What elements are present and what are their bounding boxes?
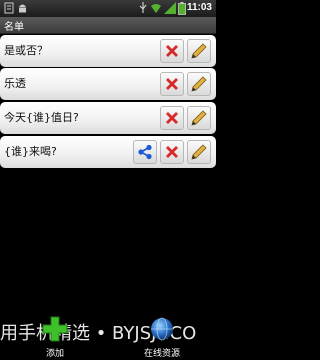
list-item-label: 是或否？ bbox=[4, 44, 48, 57]
pencil-icon bbox=[191, 43, 207, 59]
delete-x-icon bbox=[166, 78, 178, 90]
signal-icon bbox=[164, 2, 176, 14]
delete-button[interactable] bbox=[160, 72, 184, 96]
android-icon bbox=[19, 4, 26, 13]
share-button[interactable] bbox=[133, 140, 157, 164]
list-item[interactable]: {谁}来喝? bbox=[0, 136, 216, 168]
delete-x-icon bbox=[166, 45, 178, 57]
edit-button[interactable] bbox=[187, 72, 211, 96]
list-item[interactable]: 乐透 bbox=[0, 68, 216, 100]
list-item-label: {谁}来喝? bbox=[4, 145, 57, 158]
add-tab-label: 添加 bbox=[45, 349, 64, 359]
notification-icon bbox=[4, 2, 14, 14]
edit-button[interactable] bbox=[187, 39, 211, 63]
edit-button[interactable] bbox=[187, 106, 211, 130]
delete-x-icon bbox=[166, 146, 178, 158]
status-time: 11:03 bbox=[186, 2, 212, 13]
delete-button[interactable] bbox=[160, 106, 184, 130]
status-bar: 11:03 bbox=[0, 0, 216, 17]
list-item[interactable]: 是或否？ bbox=[0, 35, 216, 67]
pencil-icon bbox=[191, 76, 207, 92]
pencil-icon bbox=[191, 110, 207, 126]
globe-icon bbox=[151, 317, 173, 341]
wifi-icon bbox=[151, 4, 161, 13]
usb-icon bbox=[139, 2, 147, 13]
add-tab[interactable]: 添加 bbox=[30, 316, 80, 360]
delete-x-icon bbox=[166, 112, 178, 124]
online-resources-tab[interactable]: 在线资源 bbox=[134, 316, 190, 360]
delete-button[interactable] bbox=[160, 39, 184, 63]
list-item[interactable]: 今天{谁}值日? bbox=[0, 102, 216, 134]
list-item-label: 今天{谁}值日? bbox=[4, 111, 79, 124]
battery-icon bbox=[178, 2, 186, 15]
share-icon bbox=[138, 144, 152, 160]
delete-button[interactable] bbox=[160, 140, 184, 164]
edit-button[interactable] bbox=[187, 140, 211, 164]
online-tab-label: 在线资源 bbox=[143, 349, 180, 359]
title-bar: 名单 bbox=[0, 17, 216, 34]
list-item-label: 乐透 bbox=[4, 77, 26, 90]
page-title: 名单 bbox=[4, 22, 24, 33]
add-plus-icon bbox=[42, 316, 68, 342]
pencil-icon bbox=[191, 144, 207, 160]
